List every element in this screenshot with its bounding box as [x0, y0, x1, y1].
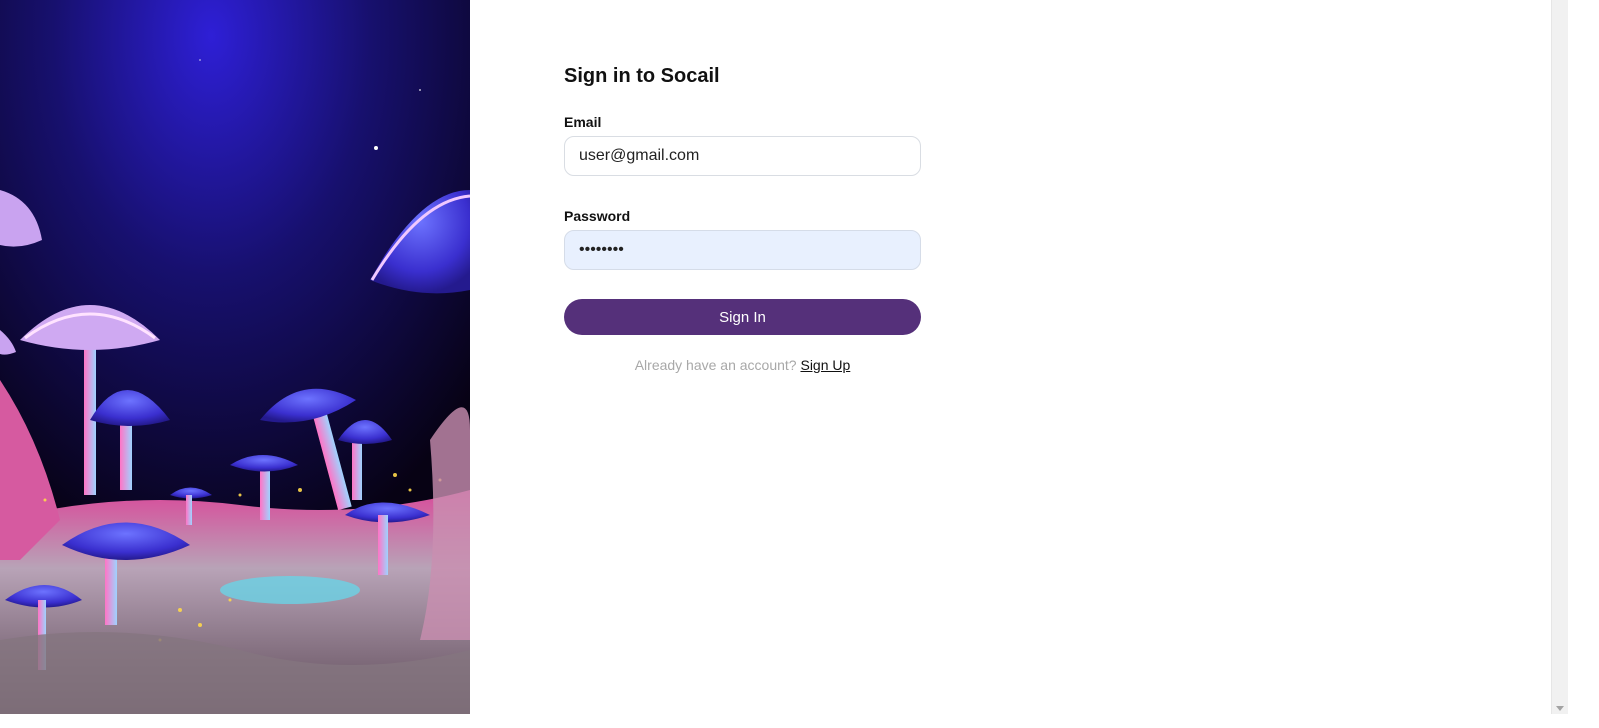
scroll-down-arrow-icon[interactable]	[1556, 706, 1564, 711]
mushroom-landscape-image	[0, 0, 470, 714]
email-label: Email	[564, 114, 602, 130]
account-text: Already have an account?	[634, 357, 797, 373]
sign-up-link[interactable]: Sign Up	[800, 357, 850, 373]
bottom-scroll-strip	[0, 714, 1599, 728]
vertical-scrollbar[interactable]	[1551, 0, 1568, 714]
sign-in-button[interactable]: Sign In	[564, 299, 921, 335]
signin-panel: Sign in to Socail Email Password Sign In…	[470, 0, 1551, 714]
password-field[interactable]	[564, 230, 921, 270]
page-title: Sign in to Socail	[564, 65, 720, 87]
password-label: Password	[564, 208, 631, 224]
signin-form: Sign in to Socail Email Password Sign In…	[564, 62, 921, 374]
account-prompt: Already have an account? Sign Up	[564, 356, 921, 374]
email-field[interactable]	[564, 136, 921, 176]
hero-image	[0, 0, 470, 714]
